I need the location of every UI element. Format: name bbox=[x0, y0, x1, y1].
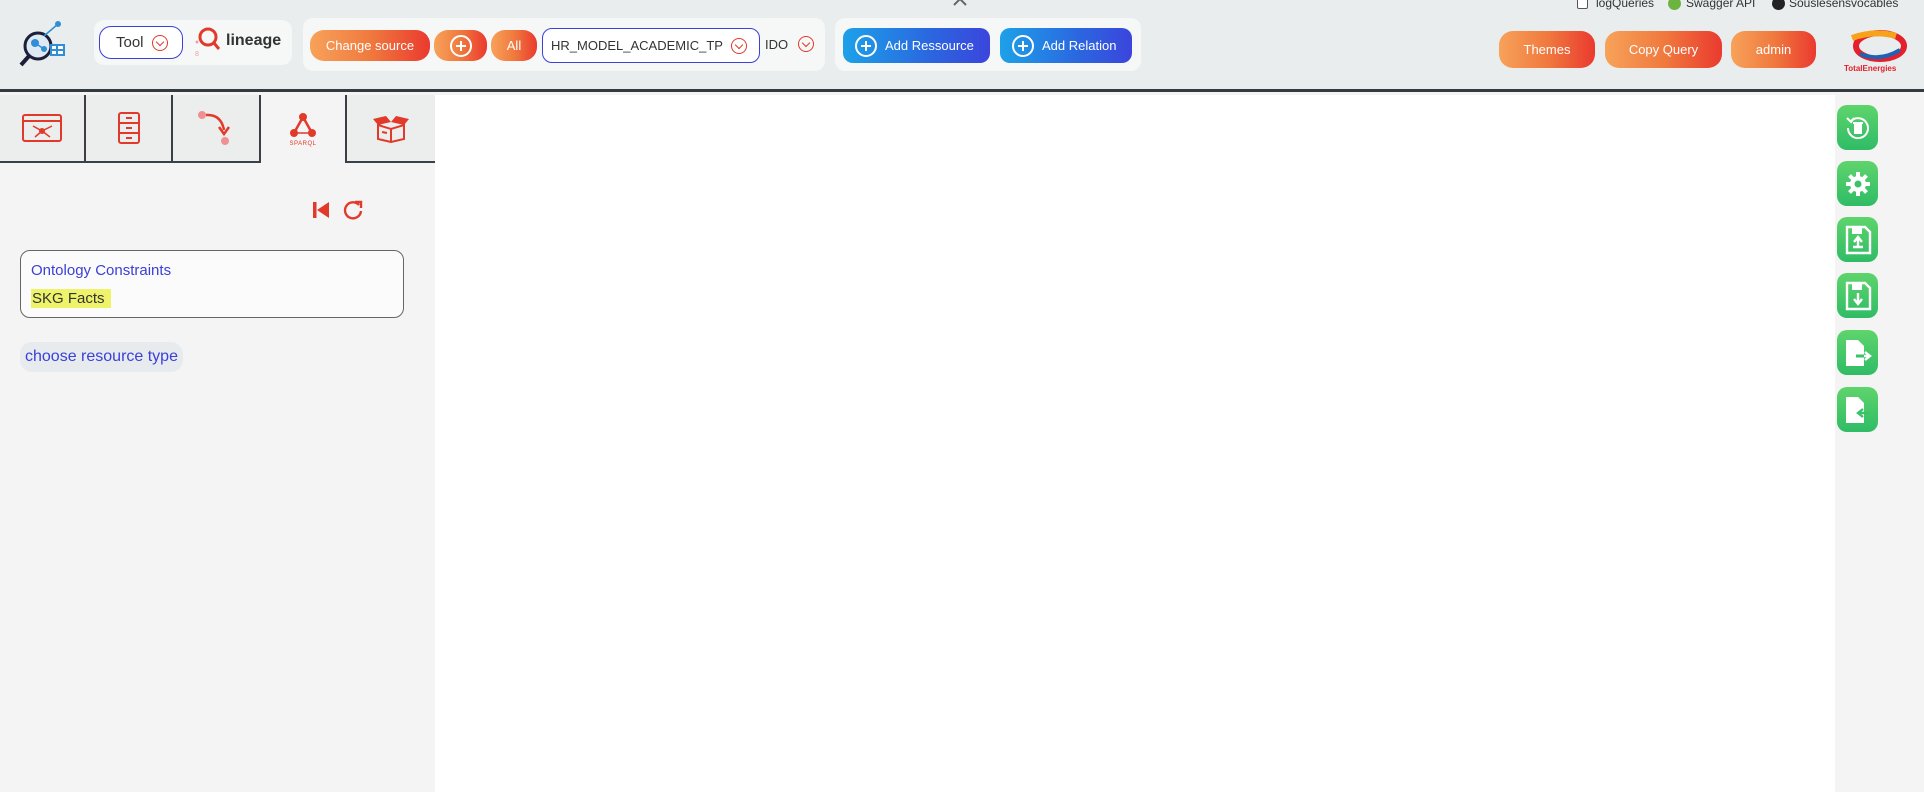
ontology-select-value: IDO bbox=[765, 36, 789, 52]
swagger-icon bbox=[1668, 0, 1681, 11]
app-logo[interactable] bbox=[14, 16, 68, 68]
copy-query-button[interactable]: Copy Query bbox=[1605, 31, 1722, 68]
file-export-icon bbox=[1845, 339, 1872, 366]
svg-text:8: 8 bbox=[195, 51, 199, 57]
chevron-down-icon bbox=[151, 34, 168, 51]
github-link[interactable]: Souslesensvocables bbox=[1772, 0, 1899, 11]
totalenergies-logo: TotalEnergies bbox=[1840, 28, 1908, 76]
app-name: lineage bbox=[226, 32, 282, 49]
trash-recycle-icon bbox=[1845, 116, 1869, 139]
settings-button[interactable] bbox=[1837, 161, 1878, 206]
chevron-down-icon bbox=[731, 37, 747, 54]
log-queries-checkbox[interactable] bbox=[1577, 0, 1588, 10]
tab-cabinet[interactable] bbox=[86, 95, 173, 163]
collapse-arrow-icon[interactable] bbox=[953, 0, 967, 6]
constraints-list: Ontology Constraints SKG Facts bbox=[20, 250, 404, 318]
swagger-label: Swagger API bbox=[1686, 0, 1756, 10]
chevron-down-icon bbox=[798, 36, 815, 52]
source-select[interactable]: HR_MODEL_ACADEMIC_TP bbox=[542, 28, 760, 63]
graph-window-icon bbox=[22, 114, 62, 142]
open-box-icon bbox=[373, 116, 409, 143]
log-queries-label: logQueries bbox=[1596, 0, 1655, 10]
list-item-ontology-constraints[interactable]: Ontology Constraints bbox=[31, 262, 171, 279]
brand-label: TotalEnergies bbox=[1844, 64, 1897, 73]
themes-button[interactable]: Themes bbox=[1499, 31, 1595, 68]
export-button[interactable] bbox=[1837, 330, 1878, 375]
relation-arrow-icon bbox=[198, 111, 231, 145]
file-cabinet-icon bbox=[117, 112, 140, 144]
tool-select[interactable]: Tool bbox=[99, 26, 183, 59]
import-button[interactable] bbox=[1837, 387, 1878, 432]
top-bar: logQueries Swagger API Souslesensvocable… bbox=[0, 0, 1924, 92]
save-upload-button[interactable] bbox=[1837, 217, 1878, 262]
list-item-skg-facts[interactable]: SKG Facts bbox=[31, 289, 111, 308]
gear-icon bbox=[1845, 171, 1870, 196]
add-relation-button[interactable]: Add Relation bbox=[1000, 28, 1132, 63]
plus-circle-icon bbox=[1012, 34, 1034, 57]
choose-resource-type-button[interactable]: choose resource type bbox=[20, 342, 183, 372]
add-source-button[interactable] bbox=[434, 30, 487, 61]
save-upload-icon bbox=[1845, 225, 1871, 254]
plus-circle-icon bbox=[855, 34, 877, 57]
github-label: Souslesensvocables bbox=[1789, 0, 1899, 10]
user-button[interactable]: admin bbox=[1731, 31, 1816, 68]
file-import-icon bbox=[1845, 396, 1870, 423]
tool-select-label: Tool bbox=[116, 34, 144, 51]
change-source-button[interactable]: Change source bbox=[310, 30, 430, 61]
save-download-button[interactable] bbox=[1837, 273, 1878, 318]
sparql-icon bbox=[290, 113, 316, 137]
first-step-icon[interactable] bbox=[311, 200, 331, 220]
log-queries-toggle[interactable]: logQueries bbox=[1577, 0, 1654, 10]
left-panel: SPARQL Ontology Constraints SKG Facts ch… bbox=[0, 95, 435, 792]
add-resource-button[interactable]: Add Ressource bbox=[843, 28, 990, 63]
add-relation-label: Add Relation bbox=[1042, 38, 1117, 53]
right-toolbar bbox=[1835, 95, 1924, 792]
clear-graph-button[interactable] bbox=[1837, 105, 1878, 150]
sparql-tab-label: SPARQL bbox=[289, 141, 317, 147]
tab-graph[interactable] bbox=[0, 95, 86, 163]
lineage-icon: 8 bbox=[194, 25, 221, 58]
magnifier-graph-icon bbox=[19, 21, 65, 67]
github-icon bbox=[1772, 0, 1785, 11]
save-download-icon bbox=[1845, 281, 1871, 310]
reload-icon[interactable] bbox=[342, 199, 364, 221]
source-select-value: HR_MODEL_ACADEMIC_TP bbox=[551, 38, 723, 53]
ontology-select[interactable]: IDO bbox=[765, 36, 815, 52]
swagger-link[interactable]: Swagger API bbox=[1668, 0, 1756, 11]
graph-canvas[interactable] bbox=[435, 95, 1835, 792]
plus-circle-icon bbox=[449, 34, 472, 57]
add-resource-label: Add Ressource bbox=[885, 38, 974, 53]
tab-sparql[interactable]: SPARQL bbox=[261, 95, 347, 163]
tab-relation[interactable] bbox=[173, 95, 261, 163]
tab-box[interactable] bbox=[347, 95, 435, 163]
all-button[interactable]: All bbox=[491, 30, 537, 61]
